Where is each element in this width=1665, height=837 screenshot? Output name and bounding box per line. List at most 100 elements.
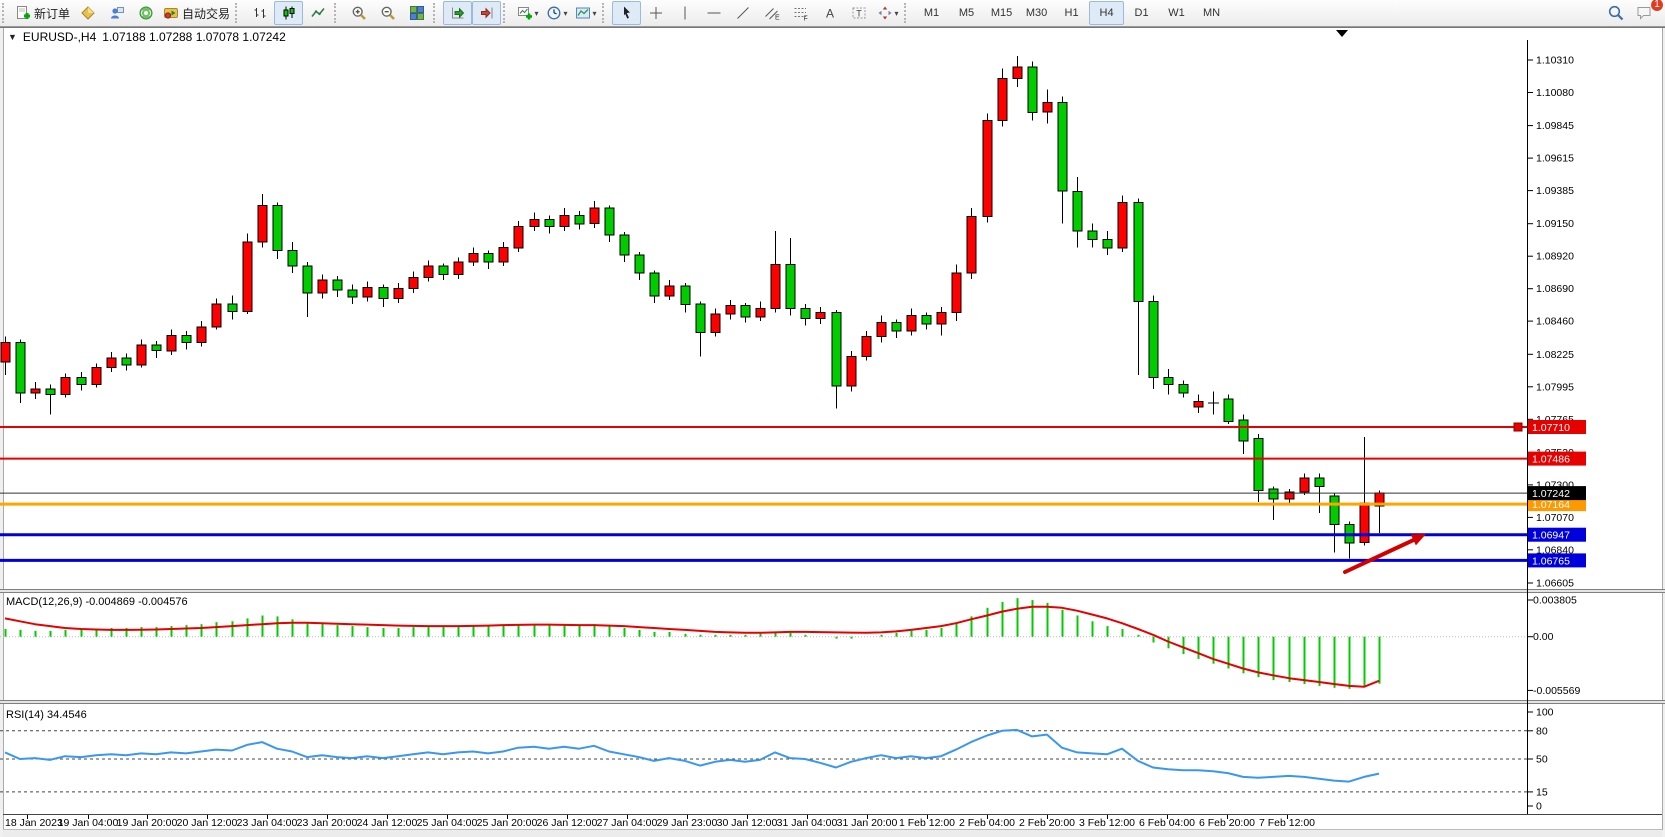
candle-body [107, 358, 116, 368]
zoom-out-button[interactable] [373, 1, 402, 25]
periods-button[interactable]: ▾ [542, 1, 571, 25]
candle-body [1254, 438, 1263, 490]
toolbar-grip [503, 3, 511, 23]
tf-m15-button[interactable]: M15 [984, 1, 1019, 25]
cursor-icon [619, 5, 635, 21]
candle-body [167, 335, 176, 351]
auto-scroll-button[interactable] [443, 1, 472, 25]
tf-m15-button-label: M15 [991, 7, 1012, 19]
tf-m30-button[interactable]: M30 [1019, 1, 1054, 25]
new-chart-button[interactable]: ▾ [513, 1, 542, 25]
line-handle[interactable] [1514, 423, 1522, 431]
tf-m30-button-label: M30 [1026, 7, 1047, 19]
candle-body [212, 304, 221, 327]
candle-body [620, 235, 629, 255]
collapse-icon[interactable]: ▼ [8, 32, 17, 42]
tf-m1-button-label: M1 [924, 7, 939, 19]
templates-button[interactable]: ▾ [571, 1, 600, 25]
broadcast-icon [138, 5, 154, 21]
arrows-button-dropdown[interactable]: ▾ [895, 9, 899, 18]
tile-windows-button[interactable] [402, 1, 431, 25]
candle-body [303, 266, 312, 293]
chart-shift-button[interactable] [472, 1, 501, 25]
text-label-button[interactable]: T [844, 1, 873, 25]
text-label-icon: T [851, 5, 867, 21]
tf-mn-button[interactable]: MN [1194, 1, 1229, 25]
candle-body [590, 208, 599, 224]
new-order-button[interactable]: 新订单 [12, 1, 73, 25]
candle-body [1013, 67, 1022, 78]
tf-w1-button[interactable]: W1 [1159, 1, 1194, 25]
candle-body [379, 287, 388, 298]
periods-button-dropdown[interactable]: ▾ [564, 9, 568, 18]
quotes-button[interactable] [73, 1, 102, 25]
candle-body [197, 327, 206, 343]
horizontal-line-button[interactable] [699, 1, 728, 25]
chart-canvas[interactable]: 1.103101.100801.098451.096151.093851.091… [0, 0, 1665, 837]
arrows-button[interactable]: ▾ [873, 1, 902, 25]
time-tick-label: 6 Feb 20:00 [1199, 817, 1255, 829]
candle-body [711, 314, 720, 332]
chat-button[interactable]: 1 [1630, 1, 1659, 25]
text-button[interactable]: A [815, 1, 844, 25]
channel-button[interactable]: E [757, 1, 786, 25]
search-button[interactable] [1601, 1, 1630, 25]
zoom-in-button[interactable] [344, 1, 373, 25]
candle-body [530, 220, 539, 227]
hline-icon [706, 5, 722, 21]
time-tick-label: 19 Jan 04:00 [58, 817, 119, 829]
templates-button-dropdown[interactable]: ▾ [593, 9, 597, 18]
autotrade-button[interactable]: 自动交易 [160, 1, 233, 25]
trendline-button[interactable] [728, 1, 757, 25]
tf-h4-button[interactable]: H4 [1089, 1, 1124, 25]
price-tick-label: 1.07070 [1536, 512, 1574, 524]
price-tick-label: 1.09385 [1536, 185, 1574, 197]
candle-body [922, 316, 931, 325]
candle-body [1179, 385, 1188, 394]
line-chart-button[interactable] [303, 1, 332, 25]
candle-body [1103, 239, 1112, 248]
candle-body [786, 265, 795, 309]
candle-body [1239, 420, 1248, 441]
price-tick-label: 1.10310 [1536, 55, 1574, 67]
profiles-button[interactable] [102, 1, 131, 25]
candle-body [983, 121, 992, 217]
zoom-in-icon [351, 5, 367, 21]
candle-body [318, 280, 327, 293]
candle-body [635, 255, 644, 273]
candle-chart-icon [281, 5, 297, 21]
tile-windows-icon [409, 5, 425, 21]
new-order-button-label: 新订单 [34, 5, 70, 22]
tf-h1-button[interactable]: H1 [1054, 1, 1089, 25]
fibonacci-button[interactable]: F [786, 1, 815, 25]
price-badge-label: 1.07164 [1532, 499, 1570, 511]
fibonacci-icon: F [793, 5, 809, 21]
time-tick-label: 25 Jan 20:00 [477, 817, 538, 829]
candle-body [484, 253, 493, 262]
bar-chart-button[interactable] [245, 1, 274, 25]
candle-body [605, 208, 614, 235]
vertical-line-button[interactable] [670, 1, 699, 25]
candle-chart-button[interactable] [274, 1, 303, 25]
candle-body [273, 205, 282, 250]
tf-m5-button[interactable]: M5 [949, 1, 984, 25]
macd-tick-label: -0.005569 [1533, 685, 1580, 697]
crosshair-button[interactable] [641, 1, 670, 25]
chart-shift-icon [479, 5, 495, 21]
new-chart-button-dropdown[interactable]: ▾ [535, 9, 539, 18]
application-window: 新订单自动交易▾▾▾EFAT▾M1M5M15M30H1H4D1W1MN1 ▼ E… [0, 0, 1665, 837]
candle-body [726, 306, 735, 315]
cursor-button[interactable] [612, 1, 641, 25]
candle-body [665, 286, 674, 296]
gold-cube-icon [80, 5, 96, 21]
tf-d1-button[interactable]: D1 [1124, 1, 1159, 25]
template-icon [575, 5, 591, 21]
candle-body [409, 277, 418, 288]
rsi-tick-label: 80 [1536, 725, 1548, 737]
tf-w1-button-label: W1 [1168, 7, 1185, 19]
candle-body [31, 389, 40, 393]
news-button[interactable] [131, 1, 160, 25]
candle-body [243, 242, 252, 311]
tf-m1-button[interactable]: M1 [914, 1, 949, 25]
time-tick-label: 29 Jan 23:00 [657, 817, 718, 829]
